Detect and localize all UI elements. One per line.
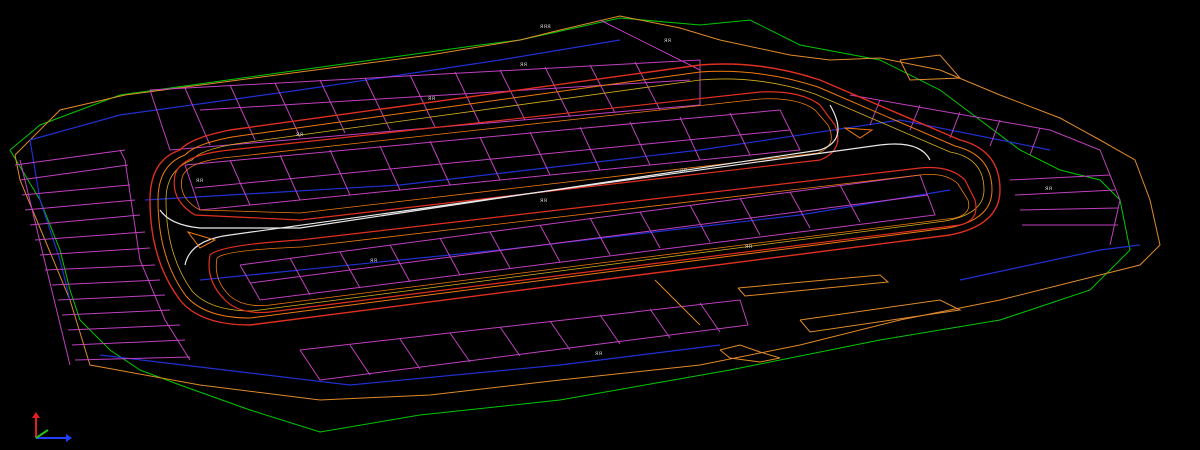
label-f: ᴙᴙ xyxy=(196,177,203,184)
label-j: ᴙᴙ xyxy=(745,243,752,250)
road-outer-ring xyxy=(149,63,1001,326)
parcel-lines-left xyxy=(14,149,191,366)
label-g: ᴙᴙ xyxy=(540,197,547,204)
traffic-island-right xyxy=(843,127,874,139)
parcel-lines-right xyxy=(849,94,1121,246)
label-a: ᴙᴙᴙ xyxy=(540,23,551,30)
label-d: ᴙᴙ xyxy=(428,95,435,102)
parcel-lines-inner-top xyxy=(184,109,801,211)
label-l: ᴙᴙ xyxy=(1045,185,1052,192)
label-e: ᴙᴙ xyxy=(296,131,303,138)
label-i: ᴙᴙ xyxy=(370,257,377,264)
cad-model-viewport[interactable]: ᴙᴙᴙ ᴙᴙ ᴙᴙ ᴙᴙ ᴙᴙ ᴙᴙ ᴙᴙ ᴙᴙ ᴙᴙ ᴙᴙ ᴙᴙ ᴙᴙ xyxy=(0,0,1200,449)
property-boundary-line xyxy=(14,15,1161,401)
parcel-lines-top xyxy=(149,19,701,151)
label-k: ᴙᴙ xyxy=(595,350,602,357)
label-c: ᴙᴙ xyxy=(520,61,527,68)
ucs-axis-icon xyxy=(28,410,78,446)
parking-outlines xyxy=(654,54,962,363)
traffic-island-left xyxy=(186,231,217,249)
label-h: ᴙᴙ xyxy=(680,167,687,174)
label-b: ᴙᴙ xyxy=(664,37,671,44)
easement-lines xyxy=(29,39,1141,386)
